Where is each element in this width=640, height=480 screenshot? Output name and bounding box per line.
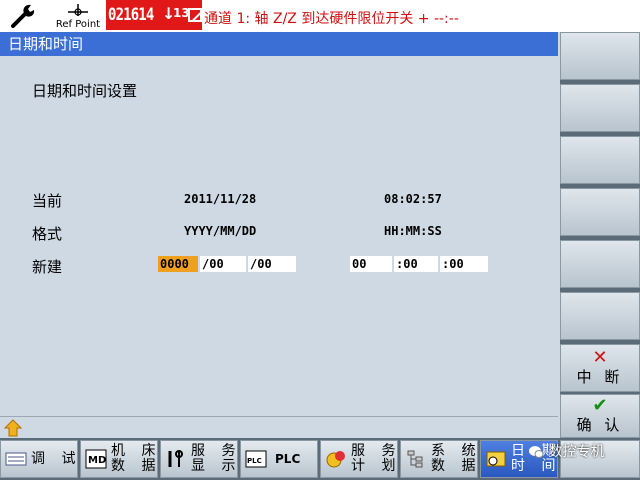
softkey-5[interactable] xyxy=(560,240,640,288)
home-icon[interactable] xyxy=(4,419,22,437)
confirm-label: 确 认 xyxy=(576,416,624,434)
softkey-4[interactable] xyxy=(560,188,640,236)
softkey-2[interactable] xyxy=(560,84,640,132)
hkey-label: 服 务 显 示 xyxy=(191,443,242,474)
hkey-commissioning[interactable]: 调 试 xyxy=(0,440,78,478)
softkey-3[interactable] xyxy=(560,136,640,184)
ref-point-indicator: Ref Point xyxy=(50,0,106,32)
date-format: YYYY/MM/DD xyxy=(184,224,257,238)
year-field[interactable]: 0000 xyxy=(158,256,198,272)
alarm-indicator[interactable]: 021614 ↓ 13 xyxy=(106,0,202,30)
tools-icon xyxy=(165,448,187,470)
hkey-label: 调 试 xyxy=(31,450,82,467)
hkey-service-plan[interactable]: 服 务 计 划 xyxy=(320,440,398,478)
vertical-softkey-bar: ✕ 中 断 ✔ 确 认 xyxy=(560,32,640,438)
section-heading: 日期和时间设置 xyxy=(32,82,138,100)
hkey-label: 服 务 计 划 xyxy=(351,443,402,474)
watermark: 数控专机 xyxy=(528,441,604,461)
svg-text:MD: MD xyxy=(88,455,106,466)
hkey-system-data[interactable]: 系 统 数 据 xyxy=(400,440,478,478)
close-icon: ✕ xyxy=(592,347,608,368)
alarm-number: 021614 xyxy=(108,5,154,25)
page-title: 日期和时间 xyxy=(0,32,558,56)
date-time-panel: 日期和时间设置 当前 2011/11/28 08:02:57 格式 YYYY/M… xyxy=(0,56,558,416)
ref-point-label: Ref Point xyxy=(55,19,101,30)
softkey-1[interactable] xyxy=(560,32,640,80)
plc-icon: PLC xyxy=(245,448,267,470)
watermark-text: 数控专机 xyxy=(548,444,605,460)
hkey-label: PLC xyxy=(275,451,301,466)
wrench-icon xyxy=(0,0,48,32)
hkey-machine-data[interactable]: MD 机 床 数 据 xyxy=(80,440,158,478)
alarm-ack-icon xyxy=(188,8,202,22)
minute-field[interactable]: :00 xyxy=(394,256,438,272)
alarm-message: 通道 1: 轴 Z/Z 到达硬件限位开关 + --:-- xyxy=(204,11,459,27)
hkey-service-display[interactable]: 服 务 显 示 xyxy=(160,440,238,478)
cancel-label: 中 断 xyxy=(576,368,624,386)
new-label: 新建 xyxy=(32,258,63,276)
machine-data-icon: MD xyxy=(85,448,107,470)
hour-field[interactable]: 00 xyxy=(350,256,392,272)
format-label: 格式 xyxy=(32,225,63,243)
current-label: 当前 xyxy=(32,192,63,210)
header-bar: Ref Point 021614 ↓ 13 通道 1: 轴 Z/Z 到达硬件限位… xyxy=(0,0,640,32)
hkey-label: 系 统 数 据 xyxy=(431,443,482,474)
current-time: 08:02:57 xyxy=(384,192,442,206)
status-strip xyxy=(0,416,558,438)
clock-icon xyxy=(485,448,507,470)
ref-point-icon xyxy=(68,4,88,16)
service-plan-icon xyxy=(325,448,347,470)
svg-text:PLC: PLC xyxy=(247,457,262,465)
month-field[interactable]: /00 xyxy=(200,256,246,272)
confirm-button[interactable]: ✔ 确 认 xyxy=(560,394,640,438)
cancel-button[interactable]: ✕ 中 断 xyxy=(560,344,640,392)
hkey-plc[interactable]: PLC PLC xyxy=(240,440,318,478)
time-format: HH:MM:SS xyxy=(384,224,442,238)
current-date: 2011/11/28 xyxy=(184,192,257,206)
tree-icon xyxy=(405,448,427,470)
day-field[interactable]: /00 xyxy=(248,256,296,272)
check-icon: ✔ xyxy=(592,395,608,416)
hkey-label: 机 床 数 据 xyxy=(111,443,162,474)
commissioning-icon xyxy=(5,448,27,470)
second-field[interactable]: :00 xyxy=(440,256,488,272)
softkey-6[interactable] xyxy=(560,292,640,340)
chat-icon xyxy=(529,446,544,458)
